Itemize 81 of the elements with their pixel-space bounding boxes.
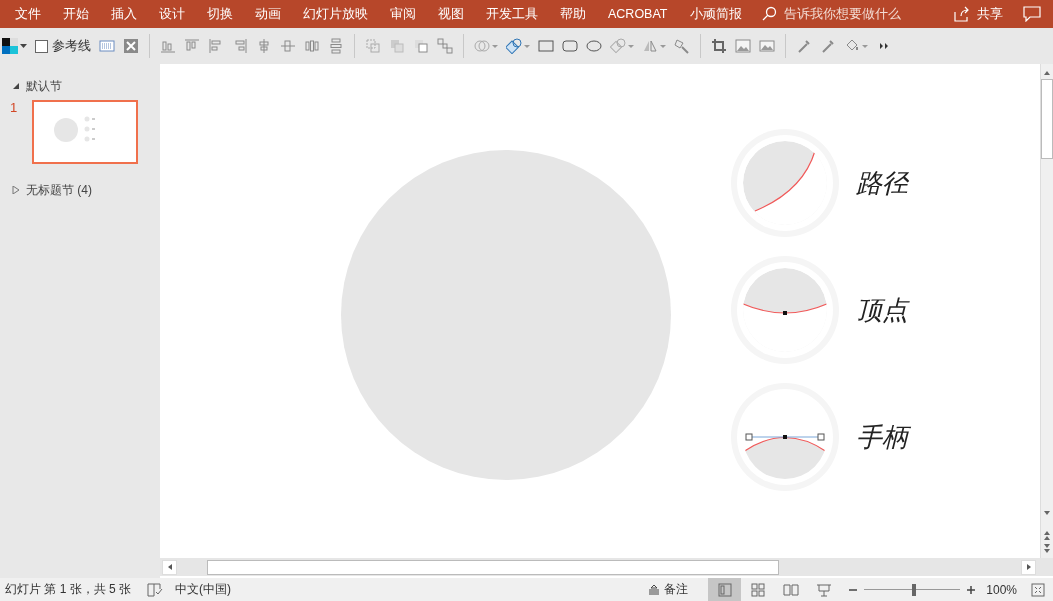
zoom-in-icon[interactable] [966,584,977,595]
ribbon-tab[interactable]: 文件 [4,5,52,23]
share-icon [953,6,971,22]
eyedropper-icon[interactable] [796,38,812,54]
scroll-left-button[interactable] [162,559,177,575]
diagram-label: 顶点 [856,293,908,327]
guides-checkbox[interactable]: 参考线 [35,37,91,55]
normal-view-icon [716,581,733,598]
ribbon-tab[interactable]: ACROBAT [597,7,679,21]
view-button[interactable] [708,578,742,601]
next-slide-icon[interactable] [1043,544,1051,554]
rounded-rectangle-icon[interactable] [562,38,578,54]
slide-count-text: 幻灯片 第 1 张，共 5 张 [5,581,132,598]
scroll-thumb[interactable] [207,559,779,575]
ribbon-tab[interactable]: 小顽简报 [678,5,753,23]
ribbon-tab[interactable]: 视图 [427,5,475,23]
diagram-label: 路径 [856,166,908,200]
gridlines-icon[interactable] [99,38,115,54]
fit-to-window-icon[interactable] [1031,582,1045,597]
picture-icon[interactable] [759,38,775,54]
color-scheme-icon[interactable] [2,38,18,54]
tell-me-field[interactable]: 告诉我你想要做什么 [760,6,926,22]
vertical-scrollbar[interactable] [1040,64,1053,558]
ribbon-tab[interactable]: 帮助 [549,5,597,23]
send-backward-icon[interactable] [413,38,429,54]
slideshow-icon [815,581,832,598]
right-arrow-icon [1025,563,1032,571]
ribbon-tab[interactable]: 审阅 [379,5,427,23]
previous-slide-icon[interactable] [1043,531,1051,541]
slide-number: 1 [10,100,19,117]
align-center-icon[interactable] [256,38,272,54]
bring-forward-icon[interactable] [389,38,405,54]
shape-swap-icon[interactable] [610,38,626,54]
spelling-check-icon[interactable] [147,582,164,597]
ribbon-tab[interactable]: 开发工具 [475,5,549,23]
picture-icon[interactable] [735,38,751,54]
language-text[interactable]: 中文(中国) [175,581,232,598]
crop-icon[interactable] [711,38,727,54]
left-arrow-icon [166,563,173,571]
ribbon-tab[interactable]: 开始 [52,5,100,23]
scroll-down-icon[interactable] [1043,509,1051,517]
distribute-horizontal-icon[interactable] [304,38,320,54]
ribbon-tab[interactable]: 切换 [196,5,244,23]
ungroup-icon[interactable] [437,38,453,54]
scroll-up-icon[interactable] [1043,69,1051,77]
section-title: 默认节 [26,77,62,95]
horizontal-scrollbar[interactable] [160,558,1053,576]
format-painter-icon[interactable] [674,38,690,54]
slide-thumbnail[interactable] [32,100,138,164]
overlapping-circles-icon[interactable] [474,38,490,54]
align-left-icon[interactable] [208,38,224,54]
edit-shape-icon[interactable] [506,38,522,54]
distribute-vertical-icon[interactable] [328,38,344,54]
caret-icon[interactable] [20,44,27,48]
close-box-icon[interactable] [123,38,139,54]
flip-icon[interactable] [642,38,658,54]
eyedropper-icon[interactable] [820,38,836,54]
align-right-icon[interactable] [232,38,248,54]
expanded-triangle-icon[interactable] [12,82,20,90]
align-middle-icon[interactable] [280,38,296,54]
group-icon[interactable] [365,38,381,54]
collapsed-triangle-icon[interactable] [12,186,20,194]
rectangle-icon[interactable] [538,38,554,54]
ribbon-tab[interactable]: 幻灯片放映 [292,5,379,23]
reading-view-icon [782,581,799,598]
align-top-icon[interactable] [184,38,200,54]
align-bottom-icon[interactable] [160,38,176,54]
search-icon [760,6,777,22]
ribbon-tab[interactable]: 设计 [148,5,196,23]
scroll-thumb[interactable] [1041,79,1053,159]
ribbon-tab[interactable]: 插入 [100,5,148,23]
share-button[interactable]: 共享 [947,4,1009,24]
comment-icon[interactable] [1023,6,1041,22]
notes-button[interactable]: 备注 [642,580,695,599]
zoom-thumb[interactable] [912,583,917,596]
section-title: 无标题节 (4) [26,181,92,199]
slide-sorter-icon [749,581,766,598]
scroll-right-button[interactable] [1021,559,1036,575]
zoom-level-text[interactable]: 100% [986,582,1017,597]
ribbon-tab[interactable]: 动画 [244,5,292,23]
ellipse-icon[interactable] [586,38,602,54]
